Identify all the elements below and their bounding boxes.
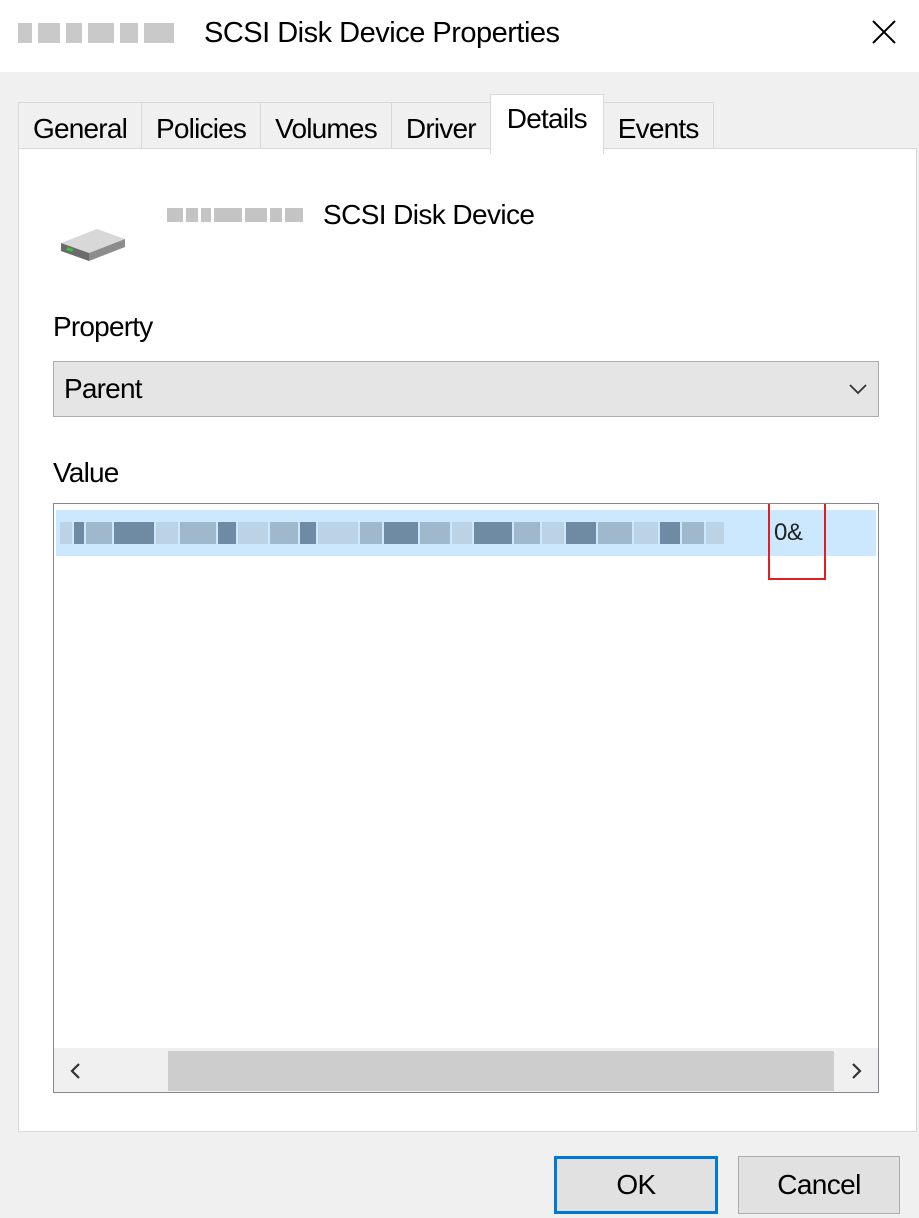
dialog-body: General Policies Volumes Driver Details … — [0, 72, 919, 1218]
scrollbar-thumb[interactable] — [168, 1051, 834, 1091]
close-button[interactable] — [862, 10, 906, 54]
ok-button[interactable]: OK — [554, 1156, 718, 1214]
annotation-highlight-box — [768, 504, 826, 580]
tab-policies[interactable]: Policies — [141, 102, 262, 154]
scroll-right-button[interactable] — [834, 1049, 878, 1092]
device-name: SCSI Disk Device — [323, 199, 535, 230]
tab-strip: General Policies Volumes Driver Details … — [18, 94, 714, 154]
details-panel: SCSI Disk Device Property Parent Value 0… — [18, 148, 917, 1132]
tab-events[interactable]: Events — [602, 102, 714, 154]
value-row-selected[interactable]: 0& — [56, 504, 876, 580]
value-list[interactable]: 0& — [53, 503, 879, 1093]
scroll-left-button[interactable] — [54, 1049, 98, 1092]
tab-driver[interactable]: Driver — [390, 102, 491, 154]
tab-volumes[interactable]: Volumes — [260, 102, 392, 154]
property-selected-value: Parent — [64, 373, 143, 404]
chevron-left-icon — [70, 1063, 80, 1079]
disk-drive-icon — [61, 229, 125, 261]
tab-general[interactable]: General — [18, 102, 143, 154]
property-label: Property — [53, 311, 153, 342]
value-label: Value — [53, 457, 119, 488]
title-redacted-prefix — [18, 14, 198, 52]
chevron-down-icon — [849, 384, 867, 395]
chevron-right-icon — [852, 1063, 862, 1079]
title-bar: SCSI Disk Device Properties — [0, 0, 919, 72]
window-title: SCSI Disk Device Properties — [204, 17, 560, 49]
horizontal-scrollbar[interactable] — [54, 1048, 878, 1092]
device-name-redacted — [167, 205, 317, 225]
tab-details[interactable]: Details — [489, 94, 604, 154]
value-redacted-text — [60, 510, 760, 556]
property-dropdown[interactable]: Parent — [53, 361, 879, 417]
cancel-button[interactable]: Cancel — [738, 1156, 900, 1214]
close-icon — [872, 20, 896, 44]
